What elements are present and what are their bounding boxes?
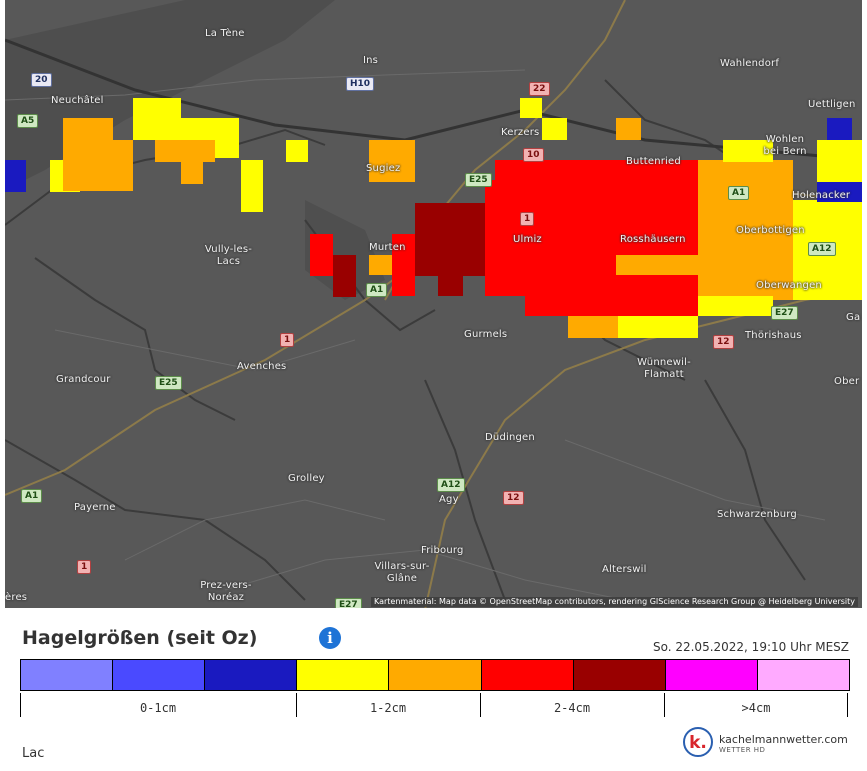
scale-swatch <box>573 660 666 690</box>
place-label: Oberbottigen <box>736 225 805 236</box>
place-label: Ober <box>834 376 860 387</box>
place-label: Murten <box>369 242 406 253</box>
brand-sub: WETTER HD <box>719 746 766 754</box>
road-shield: 10 <box>523 148 544 162</box>
scale-tick <box>20 693 21 717</box>
road-shield: A12 <box>808 242 836 256</box>
scale-swatch <box>113 660 206 690</box>
place-label: Thörishaus <box>745 330 802 341</box>
road-shield: E27 <box>335 598 362 608</box>
place-label: Uettligen <box>808 99 856 110</box>
place-label: Alterswil <box>602 564 647 575</box>
road-shield: 1 <box>520 212 535 226</box>
place-label: Ins <box>363 55 379 66</box>
info-icon[interactable]: i <box>319 627 341 649</box>
place-label: Ga <box>846 312 861 323</box>
road-shield: 20 <box>31 73 52 87</box>
scale-tick <box>664 693 665 717</box>
place-label: Avenches <box>237 361 287 372</box>
scale-swatch <box>757 660 849 690</box>
place-label: Rosshäusern <box>620 234 686 245</box>
place-label: Agy <box>439 494 459 505</box>
road-shield: A1 <box>728 186 750 200</box>
kachelmann-logo-icon: k. <box>683 727 713 757</box>
place-label: Sugiez <box>366 163 401 174</box>
place-label: Grolley <box>288 473 325 484</box>
place-label: Oberwangen <box>756 280 822 291</box>
road-shield: A12 <box>437 478 465 492</box>
scale-swatch <box>297 660 390 690</box>
range-label: 1-2cm <box>369 701 407 715</box>
road-shield: 22 <box>529 82 550 96</box>
scale-tick <box>847 693 848 717</box>
place-label: Wünnewil-Flamatt <box>637 357 691 380</box>
road-shield: E25 <box>465 173 492 187</box>
place-label: Buttenried <box>626 156 681 167</box>
scale-swatch <box>389 660 482 690</box>
place-label: Fribourg <box>421 545 464 556</box>
road-shield: E25 <box>155 376 182 390</box>
scale-swatch <box>21 660 114 690</box>
place-label: Düdingen <box>485 432 535 443</box>
place-label: Schwarzenburg <box>717 509 797 520</box>
place-label: La Tène <box>205 28 245 39</box>
brand-logo-link[interactable]: k. kachelmannwetter.com WETTER HD <box>683 725 853 765</box>
map-attribution[interactable]: Kartenmaterial: Map data © OpenStreetMap… <box>370 597 858 607</box>
place-label: Prez-vers-Noréaz <box>200 580 252 603</box>
range-label: >4cm <box>741 701 771 715</box>
scale-swatch <box>481 660 574 690</box>
road-shield: A1 <box>366 283 388 297</box>
region-label: Lac <box>22 746 45 761</box>
hail-map[interactable]: La Tène Wahlendorf Ins Neuchâtel Uettlig… <box>5 0 862 608</box>
range-label: 2-4cm <box>553 701 591 715</box>
scale-swatch <box>665 660 758 690</box>
place-label: Wohlen bei Bern <box>763 134 807 157</box>
place-label: Ulmiz <box>513 234 542 245</box>
range-label: 0-1cm <box>139 701 177 715</box>
road-shield: 1 <box>77 560 92 574</box>
brand-name: kachelmannwetter.com <box>719 733 848 746</box>
place-label: Grandcour <box>56 374 111 385</box>
scale-labels: 0-1cm 1-2cm 2-4cm >4cm <box>20 693 848 719</box>
road-shield: H10 <box>346 77 375 91</box>
place-label: Villars-sur-Glâne <box>374 561 430 584</box>
scale-tick <box>296 693 297 717</box>
road-shield: E27 <box>771 306 798 320</box>
color-scale <box>20 659 850 691</box>
place-label: Holenacker <box>792 190 851 201</box>
road-shield: A5 <box>17 114 39 128</box>
place-label: Vully-les-Lacs <box>204 244 253 267</box>
road-shield: 12 <box>503 491 524 505</box>
place-label: Wahlendorf <box>720 58 780 69</box>
scale-swatch <box>205 660 298 690</box>
map-frame: La Tène Wahlendorf Ins Neuchâtel Uettlig… <box>0 0 867 612</box>
legend-title: Hagelgrößen (seit Oz) <box>22 627 258 649</box>
scale-tick <box>480 693 481 717</box>
place-label: Payerne <box>74 502 116 513</box>
road-shield: 12 <box>713 335 734 349</box>
road-shield: 1 <box>280 333 295 347</box>
place-label: ères <box>5 592 28 603</box>
road-shield: A1 <box>21 489 43 503</box>
timestamp: So. 22.05.2022, 19:10 Uhr MESZ <box>652 640 849 654</box>
place-label: Gurmels <box>464 329 508 340</box>
place-label: Neuchâtel <box>51 95 104 106</box>
place-label: Kerzers <box>501 127 540 138</box>
